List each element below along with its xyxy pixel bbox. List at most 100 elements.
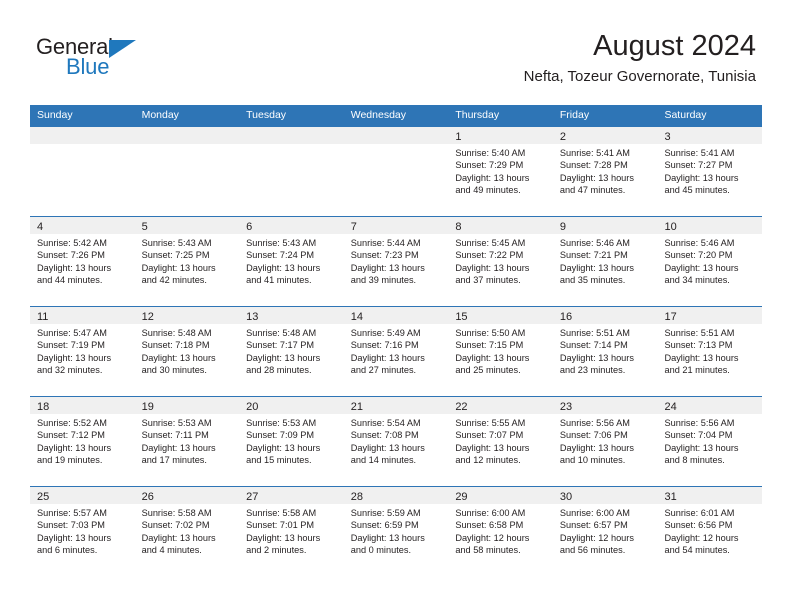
sunrise-text: Sunrise: 5:46 AM <box>664 238 735 248</box>
day-cell[interactable]: 30 Sunrise: 6:00 AM Sunset: 6:57 PM Dayl… <box>552 487 658 576</box>
day-cell[interactable]: 4 Sunrise: 5:42 AM Sunset: 7:26 PM Dayli… <box>30 217 135 306</box>
sunset-text: Sunset: 7:27 PM <box>664 160 733 171</box>
day-cell[interactable]: 10 Sunrise: 5:46 AM Sunset: 7:20 PM Dayl… <box>657 217 763 306</box>
sunset-text: Sunset: 7:17 PM <box>246 340 315 351</box>
day-number-band: 26 <box>134 487 240 504</box>
day-number: 24 <box>664 401 677 413</box>
day-cell[interactable]: 6 Sunrise: 5:43 AM Sunset: 7:24 PM Dayli… <box>239 217 344 306</box>
sunrise-text: Sunrise: 5:55 AM <box>455 418 526 428</box>
daylight-text-line2: and 27 minutes. <box>350 364 417 375</box>
day-number: 9 <box>559 221 567 233</box>
day-details: Sunrise: 5:46 AM Sunset: 7:20 PM Dayligh… <box>657 234 762 286</box>
day-details <box>30 144 135 147</box>
day-number: 14 <box>350 311 363 323</box>
day-number: 15 <box>455 311 468 323</box>
day-cell[interactable]: 13 Sunrise: 5:48 AM Sunset: 7:17 PM Dayl… <box>239 307 344 396</box>
day-number: 30 <box>559 491 573 503</box>
day-number-band: 19 <box>134 397 240 414</box>
day-number-band: 29 <box>448 487 553 504</box>
sunset-text: Sunset: 7:03 PM <box>37 520 105 531</box>
daylight-text-line1: Daylight: 13 hours <box>664 352 739 363</box>
day-cell[interactable] <box>30 127 135 216</box>
day-number-band: 21 <box>343 397 449 414</box>
day-cell[interactable]: 25 Sunrise: 5:57 AM Sunset: 7:03 PM Dayl… <box>30 487 135 576</box>
day-cell[interactable] <box>239 127 344 216</box>
day-number: 8 <box>455 221 462 233</box>
day-cell[interactable]: 11 Sunrise: 5:47 AM Sunset: 7:19 PM Dayl… <box>30 307 135 396</box>
day-cell[interactable]: 20 Sunrise: 5:53 AM Sunset: 7:09 PM Dayl… <box>239 397 344 486</box>
day-cell[interactable]: 12 Sunrise: 5:48 AM Sunset: 7:18 PM Dayl… <box>134 307 240 396</box>
daylight-text-line1: Daylight: 12 hours <box>455 532 530 543</box>
day-cell[interactable]: 28 Sunrise: 5:59 AM Sunset: 6:59 PM Dayl… <box>343 487 449 576</box>
day-number: 7 <box>350 221 357 233</box>
day-number: 20 <box>246 401 259 413</box>
day-number-band: 17 <box>657 307 763 324</box>
day-number-band: 27 <box>239 487 344 504</box>
day-cell[interactable]: 3 Sunrise: 5:41 AM Sunset: 7:27 PM Dayli… <box>657 127 763 216</box>
calendar-week-row: 25 Sunrise: 5:57 AM Sunset: 7:03 PM Dayl… <box>30 486 763 576</box>
daylight-text-line1: Daylight: 13 hours <box>455 172 530 183</box>
day-cell[interactable]: 22 Sunrise: 5:55 AM Sunset: 7:07 PM Dayl… <box>448 397 553 486</box>
daylight-text-line1: Daylight: 13 hours <box>350 442 425 453</box>
sunrise-text: Sunrise: 5:43 AM <box>246 238 317 248</box>
day-details: Sunrise: 6:00 AM Sunset: 6:58 PM Dayligh… <box>448 504 553 556</box>
day-cell[interactable]: 7 Sunrise: 5:44 AM Sunset: 7:23 PM Dayli… <box>343 217 449 306</box>
sunset-text: Sunset: 7:23 PM <box>350 250 419 261</box>
day-cell[interactable]: 15 Sunrise: 5:50 AM Sunset: 7:15 PM Dayl… <box>448 307 553 396</box>
day-cell[interactable]: 23 Sunrise: 5:56 AM Sunset: 7:06 PM Dayl… <box>552 397 658 486</box>
sunrise-text: Sunrise: 5:54 AM <box>350 418 421 428</box>
daylight-text-line2: and 2 minutes. <box>246 544 307 555</box>
sunrise-text: Sunrise: 5:47 AM <box>37 328 107 338</box>
day-cell[interactable] <box>134 127 240 216</box>
day-cell[interactable]: 1 Sunrise: 5:40 AM Sunset: 7:29 PM Dayli… <box>448 127 553 216</box>
day-cell[interactable]: 19 Sunrise: 5:53 AM Sunset: 7:11 PM Dayl… <box>134 397 240 486</box>
day-number-band: 7 <box>343 217 449 234</box>
day-cell[interactable]: 8 Sunrise: 5:45 AM Sunset: 7:22 PM Dayli… <box>448 217 553 306</box>
day-cell[interactable]: 9 Sunrise: 5:46 AM Sunset: 7:21 PM Dayli… <box>552 217 658 306</box>
day-number: 31 <box>664 491 677 503</box>
day-cell[interactable]: 16 Sunrise: 5:51 AM Sunset: 7:14 PM Dayl… <box>552 307 658 396</box>
sunrise-text: Sunrise: 5:53 AM <box>246 418 317 428</box>
daylight-text-line1: Daylight: 13 hours <box>246 262 321 273</box>
day-number: 28 <box>350 491 363 503</box>
sunset-text: Sunset: 6:56 PM <box>664 520 733 531</box>
day-cell[interactable]: 24 Sunrise: 5:56 AM Sunset: 7:04 PM Dayl… <box>657 397 763 486</box>
day-details: Sunrise: 5:45 AM Sunset: 7:22 PM Dayligh… <box>448 234 553 286</box>
daylight-text-line2: and 23 minutes. <box>559 364 626 375</box>
sunset-text: Sunset: 7:20 PM <box>664 250 733 261</box>
sunrise-text: Sunrise: 5:41 AM <box>559 148 630 158</box>
day-cell[interactable]: 5 Sunrise: 5:43 AM Sunset: 7:25 PM Dayli… <box>134 217 240 306</box>
day-details <box>135 144 240 147</box>
day-number-band: 24 <box>657 397 763 414</box>
logo-triangle-icon <box>109 40 136 58</box>
daylight-text-line1: Daylight: 12 hours <box>664 532 739 543</box>
day-number-band: 25 <box>30 487 135 504</box>
daylight-text-line1: Daylight: 13 hours <box>246 442 321 453</box>
day-cell[interactable]: 2 Sunrise: 5:41 AM Sunset: 7:28 PM Dayli… <box>552 127 658 216</box>
daylight-text-line1: Daylight: 12 hours <box>559 532 634 543</box>
day-number: 27 <box>246 491 259 503</box>
day-cell[interactable]: 29 Sunrise: 6:00 AM Sunset: 6:58 PM Dayl… <box>448 487 553 576</box>
day-number: 6 <box>246 221 253 233</box>
sunrise-text: Sunrise: 5:44 AM <box>350 238 421 248</box>
day-cell[interactable]: 17 Sunrise: 5:51 AM Sunset: 7:13 PM Dayl… <box>657 307 763 396</box>
day-number-band: 13 <box>239 307 344 324</box>
day-cell[interactable]: 18 Sunrise: 5:52 AM Sunset: 7:12 PM Dayl… <box>30 397 135 486</box>
day-cell[interactable]: 26 Sunrise: 5:58 AM Sunset: 7:02 PM Dayl… <box>134 487 240 576</box>
title-block: August 2024 Nefta, Tozeur Governorate, T… <box>524 30 756 86</box>
day-cell[interactable]: 27 Sunrise: 5:58 AM Sunset: 7:01 PM Dayl… <box>239 487 344 576</box>
weekday-header-saturday: Saturday <box>664 109 707 121</box>
day-cell[interactable] <box>343 127 449 216</box>
daylight-text-line1: Daylight: 13 hours <box>455 442 530 453</box>
day-cell[interactable]: 31 Sunrise: 6:01 AM Sunset: 6:56 PM Dayl… <box>657 487 763 576</box>
daylight-text-line1: Daylight: 13 hours <box>141 352 216 363</box>
sunrise-text: Sunrise: 5:51 AM <box>664 328 735 338</box>
day-cell[interactable]: 14 Sunrise: 5:49 AM Sunset: 7:16 PM Dayl… <box>343 307 449 396</box>
sunset-text: Sunset: 7:19 PM <box>37 340 105 351</box>
daylight-text-line2: and 25 minutes. <box>455 364 521 375</box>
sunset-text: Sunset: 7:15 PM <box>455 340 524 351</box>
calendar-page: General Blue August 2024 Nefta, Tozeur G… <box>0 0 792 612</box>
day-cell[interactable]: 21 Sunrise: 5:54 AM Sunset: 7:08 PM Dayl… <box>343 397 449 486</box>
day-number: 1 <box>455 131 462 143</box>
daylight-text-line1: Daylight: 13 hours <box>141 532 216 543</box>
